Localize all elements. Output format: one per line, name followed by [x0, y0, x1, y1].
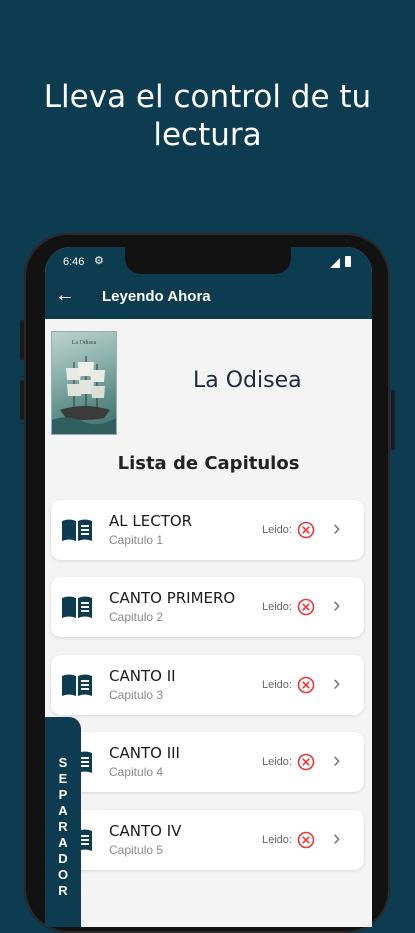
- chevron-right-icon[interactable]: ›: [333, 516, 340, 540]
- back-arrow-icon[interactable]: ←: [55, 283, 75, 307]
- settings-gear-icon: ⚙: [94, 255, 104, 267]
- chevron-right-icon[interactable]: ›: [333, 671, 340, 695]
- bookmark-tab-label: SEPARADOR: [45, 755, 81, 899]
- bookmark-letter: E: [58, 771, 68, 786]
- ship-illustration: [52, 356, 116, 434]
- read-label: Leido:: [262, 756, 292, 768]
- app-bar: ← Leyendo Ahora: [45, 275, 372, 319]
- bookmark-letter: S: [58, 755, 68, 770]
- promo-title-line-2: lectura: [153, 117, 262, 153]
- open-book-icon: [62, 674, 92, 696]
- unread-x-icon[interactable]: [297, 831, 315, 849]
- unread-x-icon[interactable]: [297, 598, 315, 616]
- bookmark-letter: P: [58, 787, 68, 802]
- unread-x-icon[interactable]: [297, 521, 315, 539]
- phone-side-button: [20, 320, 24, 360]
- chapter-item[interactable]: AL LECTOR Capitulo 1 Leido: ›: [51, 500, 364, 560]
- bookmark-letter: R: [58, 819, 68, 834]
- bookmark-letter: D: [58, 851, 68, 866]
- unread-x-icon[interactable]: [297, 753, 315, 771]
- app-screen: 6:46 ⚙ ← Leyendo Ahora La Odisea La Odis…: [45, 247, 372, 927]
- chapter-name: CANTO II: [109, 667, 176, 685]
- promo-title: Lleva el control de tu lectura: [0, 78, 415, 154]
- phone-side-button: [20, 380, 24, 420]
- open-book-icon: [62, 519, 92, 541]
- chapter-name: CANTO IV: [109, 822, 182, 840]
- app-bar-title: Leyendo Ahora: [102, 288, 211, 305]
- chapter-item[interactable]: CANTO III Capitulo 4 Leido: ›: [51, 732, 364, 792]
- bookmark-letter: O: [57, 867, 69, 882]
- chapter-name: CANTO PRIMERO: [109, 589, 236, 607]
- chapter-name: AL LECTOR: [109, 512, 193, 530]
- chevron-right-icon[interactable]: ›: [333, 748, 340, 772]
- chapter-number: Capitulo 4: [109, 765, 164, 779]
- bookmark-letter: A: [58, 835, 68, 850]
- chapter-name: CANTO III: [109, 744, 180, 762]
- chapter-number: Capitulo 1: [109, 533, 164, 547]
- chapter-list-heading: Lista de Capitulos: [117, 453, 300, 474]
- read-label: Leido:: [262, 524, 292, 536]
- read-label: Leido:: [262, 601, 292, 613]
- chapter-number: Capitulo 5: [109, 843, 164, 857]
- chapter-number: Capitulo 2: [109, 610, 164, 624]
- chapter-number: Capitulo 3: [109, 688, 164, 702]
- status-time: 6:46: [63, 256, 85, 268]
- chevron-right-icon[interactable]: ›: [333, 826, 340, 850]
- book-title: La Odisea: [193, 368, 302, 393]
- book-cover-image: La Odisea: [51, 331, 117, 435]
- chevron-right-icon[interactable]: ›: [333, 593, 340, 617]
- battery-icon: [345, 256, 351, 267]
- read-label: Leido:: [262, 679, 292, 691]
- bookmark-letter: A: [58, 803, 68, 818]
- bookmark-tab[interactable]: SEPARADOR: [45, 717, 81, 927]
- phone-power-button: [391, 390, 395, 450]
- chapter-item[interactable]: CANTO II Capitulo 3 Leido: ›: [51, 655, 364, 715]
- read-label: Leido:: [262, 834, 292, 846]
- bookmark-letter: R: [58, 883, 68, 898]
- open-book-icon: [62, 596, 92, 618]
- status-bar: 6:46 ⚙: [45, 247, 372, 275]
- chapter-item[interactable]: CANTO IV Capitulo 5 Leido: ›: [51, 810, 364, 870]
- chapter-item[interactable]: CANTO PRIMERO Capitulo 2 Leido: ›: [51, 577, 364, 637]
- signal-icon: [330, 258, 340, 268]
- camera-notch: [125, 247, 291, 274]
- promo-title-line-1: Lleva el control de tu: [43, 79, 372, 115]
- unread-x-icon[interactable]: [297, 676, 315, 694]
